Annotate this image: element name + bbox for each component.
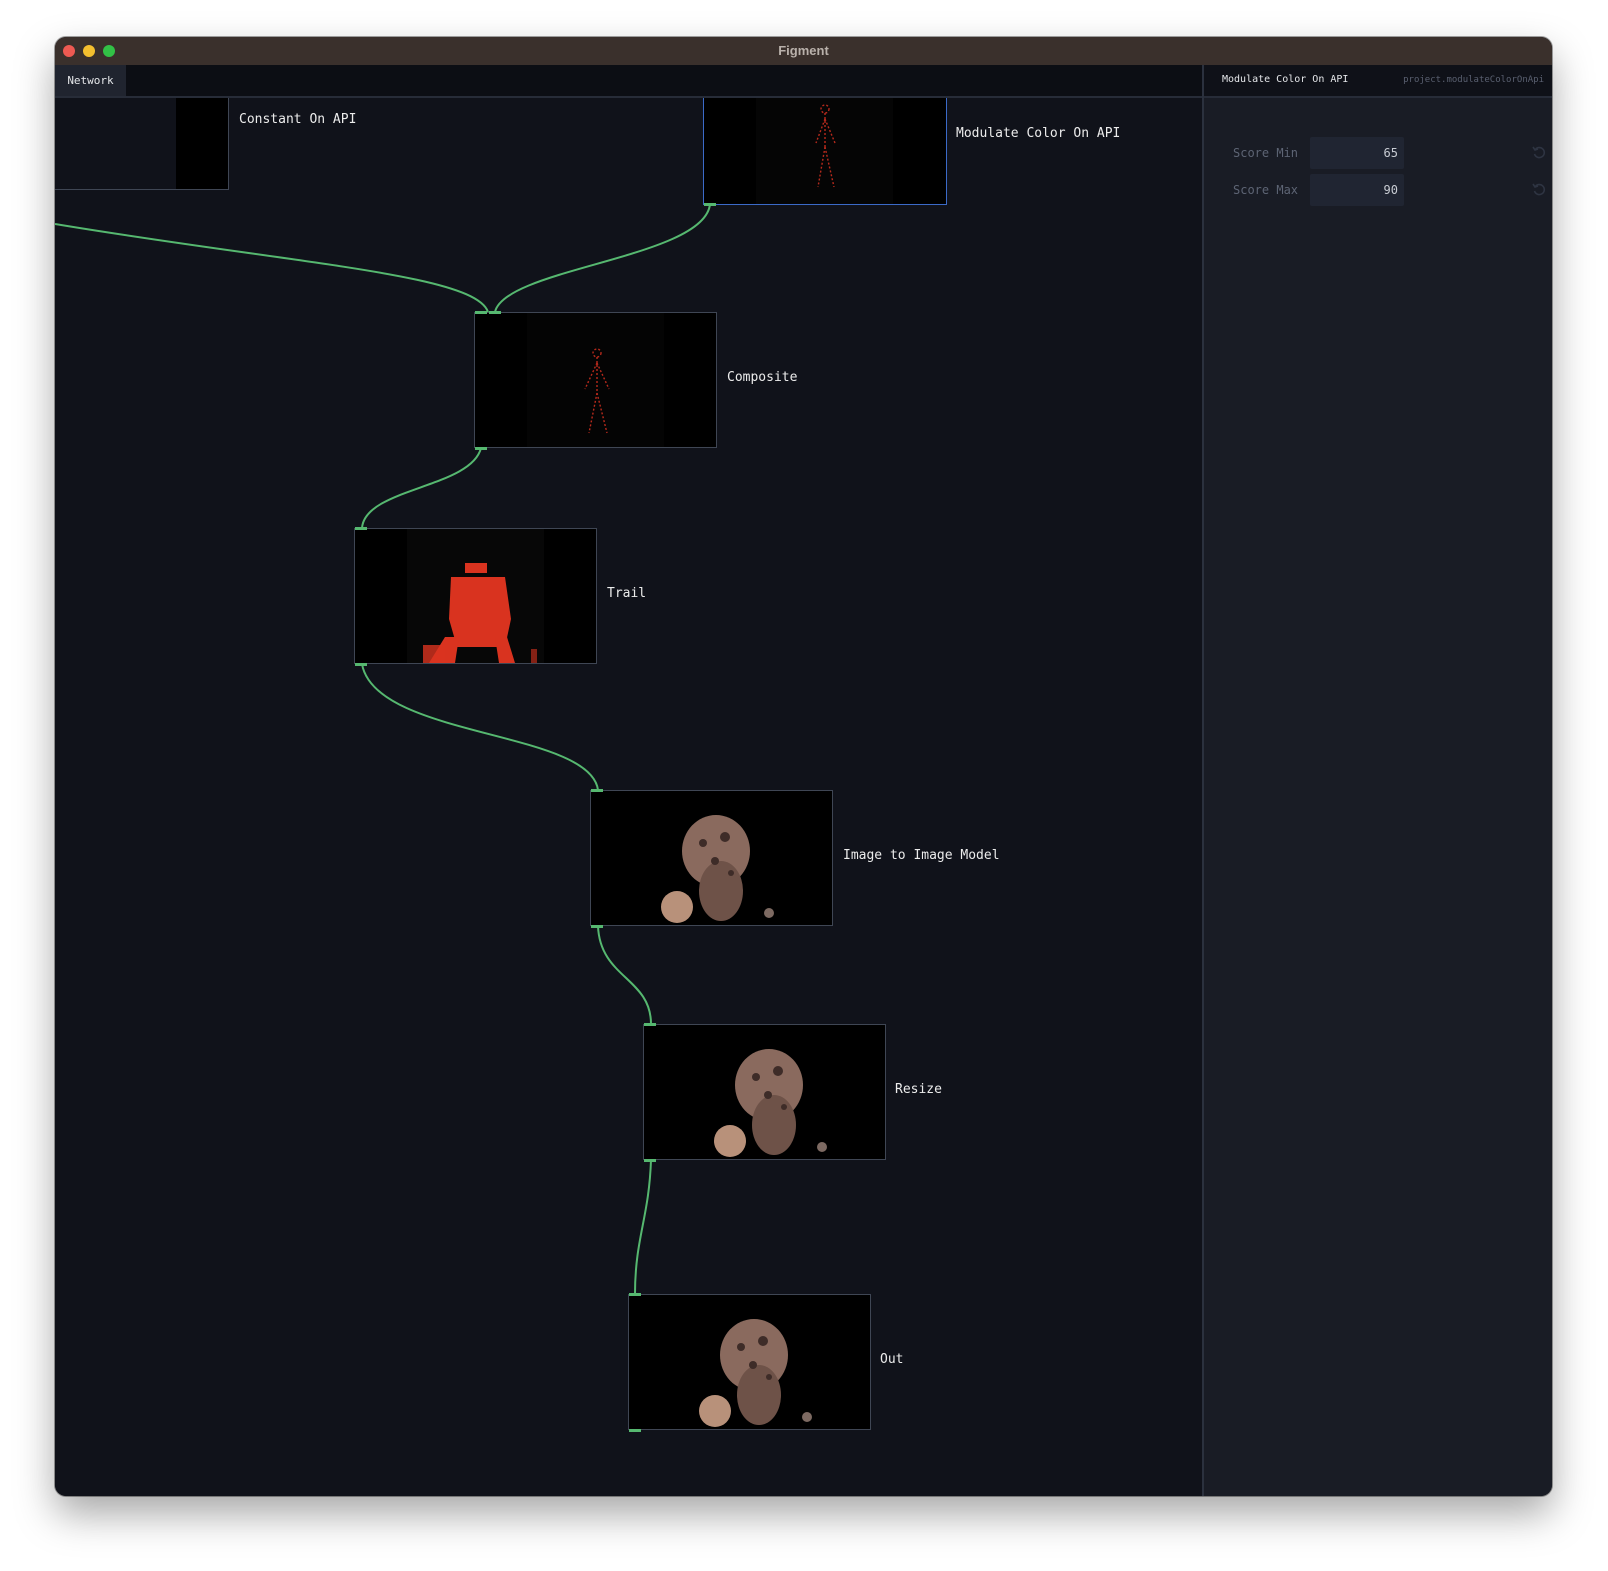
node-thumbnail bbox=[355, 529, 596, 663]
reset-icon[interactable] bbox=[1530, 181, 1548, 199]
app-window: Figment Network Constant On API Modulate… bbox=[55, 37, 1552, 1496]
node-label-constant: Constant On API bbox=[239, 112, 357, 127]
node-modulate-color-on-api[interactable] bbox=[703, 98, 947, 205]
node-trail[interactable] bbox=[354, 528, 597, 664]
output-port[interactable] bbox=[644, 1159, 656, 1162]
node-thumbnail bbox=[176, 98, 228, 189]
param-label: Score Max bbox=[1233, 183, 1299, 197]
output-port[interactable] bbox=[629, 1429, 641, 1432]
node-label-modulate: Modulate Color On API bbox=[956, 126, 1121, 141]
input-port[interactable] bbox=[629, 1293, 641, 1296]
window-title: Figment bbox=[778, 43, 829, 58]
node-label-composite: Composite bbox=[727, 370, 798, 385]
node-label-img2img: Image to Image Model bbox=[843, 848, 1000, 863]
wire-resize-to-out bbox=[634, 1159, 652, 1295]
output-port[interactable] bbox=[475, 447, 487, 450]
wire-composite-to-trail bbox=[361, 447, 482, 529]
output-port[interactable] bbox=[591, 925, 603, 928]
network-panel: Network Constant On API Modulate Color O… bbox=[55, 65, 1202, 1496]
input-port[interactable] bbox=[591, 789, 603, 792]
node-resize[interactable] bbox=[643, 1024, 886, 1160]
node-constant-on-api[interactable] bbox=[55, 98, 229, 190]
title-bar[interactable]: Figment bbox=[55, 37, 1552, 65]
input-port[interactable] bbox=[489, 311, 501, 314]
wire-img2img-to-resize bbox=[597, 925, 652, 1025]
param-value: 90 bbox=[1383, 183, 1398, 197]
node-thumbnail bbox=[591, 791, 832, 925]
node-thumbnail bbox=[475, 313, 716, 447]
wire-trail-to-img2img bbox=[361, 663, 599, 791]
score-min-field[interactable]: 65 bbox=[1310, 137, 1404, 169]
inspector-panel: Modulate Color On API project.modulateCo… bbox=[1202, 65, 1552, 1496]
reset-icon[interactable] bbox=[1530, 144, 1548, 162]
node-canvas[interactable]: Constant On API Modulate Color On API Co… bbox=[55, 98, 1202, 1496]
inspector-path: project.modulateColorOnApi bbox=[1403, 75, 1544, 85]
node-composite[interactable] bbox=[474, 312, 717, 448]
wire-constant-to-composite bbox=[55, 223, 489, 313]
node-out[interactable] bbox=[628, 1294, 871, 1430]
node-label-resize: Resize bbox=[895, 1082, 942, 1097]
inspector-header: Modulate Color On API project.modulateCo… bbox=[1204, 65, 1552, 98]
output-port[interactable] bbox=[704, 203, 716, 206]
output-port[interactable] bbox=[355, 663, 367, 666]
input-port[interactable] bbox=[475, 311, 487, 314]
node-label-trail: Trail bbox=[607, 586, 647, 601]
input-port[interactable] bbox=[644, 1023, 656, 1026]
node-image-to-image-model[interactable] bbox=[590, 790, 833, 926]
param-row-score-max: Score Max 90 bbox=[1204, 174, 1552, 206]
input-port[interactable] bbox=[355, 527, 367, 530]
inspector-title: Modulate Color On API bbox=[1222, 74, 1349, 85]
node-thumbnail bbox=[629, 1295, 870, 1429]
node-thumbnail-blank bbox=[55, 98, 176, 189]
node-label-out: Out bbox=[880, 1352, 904, 1367]
tab-network[interactable]: Network bbox=[55, 65, 126, 96]
param-row-score-min: Score Min 65 bbox=[1204, 137, 1552, 169]
score-max-field[interactable]: 90 bbox=[1310, 174, 1404, 206]
node-thumbnail bbox=[756, 98, 893, 204]
network-tab-bar: Network bbox=[55, 65, 1202, 98]
node-thumbnail bbox=[644, 1025, 885, 1159]
wire-modulate-to-composite bbox=[494, 203, 711, 313]
param-value: 65 bbox=[1383, 146, 1398, 160]
param-label: Score Min bbox=[1233, 146, 1299, 160]
